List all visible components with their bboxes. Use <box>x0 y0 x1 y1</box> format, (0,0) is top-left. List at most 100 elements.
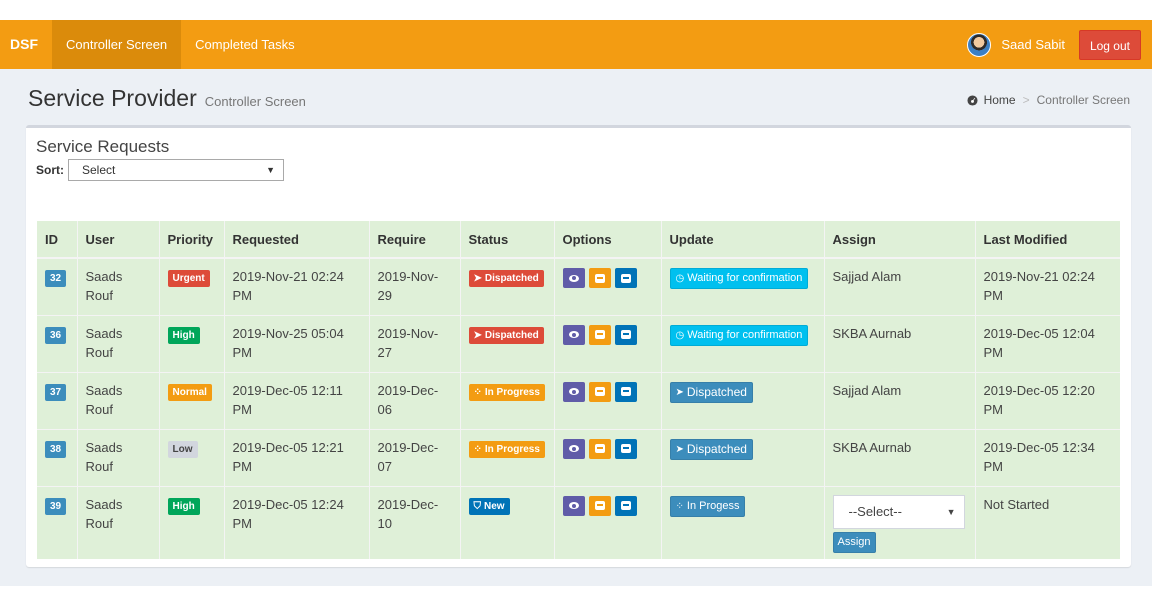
col-header-priority[interactable]: Priority <box>158 221 224 259</box>
priority-badge: Low <box>167 440 198 458</box>
view-button[interactable] <box>562 438 585 459</box>
requested-date: 2019-Dec-05 12:21 PM <box>223 428 369 486</box>
status-badge: ➤ Dispatched <box>468 326 544 344</box>
edit-button[interactable] <box>588 381 611 402</box>
page-subtitle: Controller Screen <box>204 94 306 109</box>
user-last-name: Rouf <box>85 288 113 303</box>
id-badge: 36 <box>45 326 67 344</box>
service-requests-box: Service Requests Sort: Select ▼ ID User … <box>26 125 1131 567</box>
update-button[interactable]: ◷ Waiting for confirmation <box>669 324 809 346</box>
update-button[interactable]: ◷ Waiting for confirmation <box>669 268 809 289</box>
edit-button[interactable] <box>588 268 611 288</box>
col-header-assign[interactable]: Assign <box>823 221 975 259</box>
page-header: Service Provider Controller Screen <box>28 85 306 112</box>
view-button[interactable] <box>562 324 585 345</box>
priority-badge: Urgent <box>167 270 210 287</box>
edit-button[interactable] <box>588 438 611 459</box>
require-date: 2019-Dec-10 <box>368 485 460 559</box>
col-header-requested[interactable]: Requested <box>223 221 369 259</box>
breadcrumb-home[interactable]: Home <box>984 93 1016 107</box>
require-date: 2019-Dec-07 <box>368 428 460 486</box>
require-date: 2019-Nov-29 <box>368 257 460 315</box>
update-text: Dispatched <box>686 384 747 399</box>
update-text: Waiting for confirmation <box>687 272 803 284</box>
assignee: Sajjad Alam <box>823 371 975 429</box>
view-button[interactable] <box>562 495 585 516</box>
col-header-user[interactable]: User <box>76 221 159 259</box>
sort-select[interactable]: Select ▼ <box>68 159 284 181</box>
envelope-icon <box>594 387 605 396</box>
user-first-name: Saads <box>85 382 123 398</box>
edit-button[interactable] <box>588 324 611 345</box>
user-first-name: Saads <box>85 269 123 284</box>
box-title: Service Requests <box>36 137 170 156</box>
table-row: 38 Saads Rouf Low 2019-Dec-05 12:21 PM 20… <box>37 428 1120 486</box>
options-group <box>562 268 653 288</box>
envelope-icon <box>620 444 631 453</box>
update-button[interactable]: ➤ Dispatched <box>669 438 753 460</box>
assignee: SKBA Aurnab <box>823 428 975 486</box>
message-button[interactable] <box>614 381 637 402</box>
user-cell: Saads Rouf <box>76 371 159 429</box>
dashboard-icon <box>967 94 978 106</box>
envelope-icon <box>594 444 605 453</box>
user-last-name: Rouf <box>85 515 113 531</box>
envelope-icon <box>620 330 631 339</box>
id-badge: 32 <box>45 270 67 287</box>
assign-select[interactable]: --Select-- ▼ <box>832 494 965 529</box>
user-avatar[interactable] <box>967 32 992 57</box>
col-header-last-modified[interactable]: Last Modified <box>974 221 1120 259</box>
col-header-update[interactable]: Update <box>660 221 824 259</box>
clock-icon: ◷ <box>675 329 685 341</box>
col-header-id[interactable]: ID <box>37 221 77 259</box>
requests-table: ID User Priority Requested Require Statu… <box>37 221 1120 559</box>
update-button[interactable]: ⁘ In Progess <box>669 495 746 517</box>
update-button[interactable]: ➤ Dispatched <box>669 381 753 403</box>
col-header-options[interactable]: Options <box>553 221 661 259</box>
col-header-status[interactable]: Status <box>459 221 554 259</box>
last-modified: 2019-Dec-05 12:20 PM <box>974 371 1120 429</box>
table-header-row: ID User Priority Requested Require Statu… <box>37 221 1120 259</box>
edit-button[interactable] <box>588 495 611 516</box>
top-spacer <box>0 0 1152 20</box>
table-row: 39 Saads Rouf High 2019-Dec-05 12:24 PM 2… <box>37 485 1120 559</box>
message-button[interactable] <box>614 268 637 288</box>
brand-logo[interactable]: DSF <box>0 20 52 69</box>
paper-plane-icon: ➤ <box>473 329 482 341</box>
col-header-require[interactable]: Require <box>368 221 460 259</box>
envelope-icon <box>594 330 605 339</box>
nav-controller-screen[interactable]: Controller Screen <box>52 20 182 69</box>
user-name[interactable]: Saad Sabit <box>1001 37 1065 52</box>
options-group <box>562 495 653 516</box>
status-badge: ⁘ In Progress <box>468 440 545 458</box>
clock-icon: ◷ <box>675 273 685 284</box>
eye-icon <box>568 445 579 452</box>
status-text: New <box>484 500 505 512</box>
assign-button[interactable]: Assign <box>832 531 876 553</box>
status-text: Dispatched <box>484 329 539 341</box>
sort-row: Sort: Select ▼ <box>36 159 284 181</box>
user-cell: Saads Rouf <box>76 428 159 486</box>
eye-icon <box>568 388 579 395</box>
sort-label: Sort: <box>36 163 64 177</box>
priority-badge: Normal <box>167 383 212 401</box>
envelope-icon <box>594 273 605 283</box>
view-button[interactable] <box>562 268 585 288</box>
message-button[interactable] <box>614 495 637 516</box>
spinner-icon: ⁘ <box>473 443 482 455</box>
message-button[interactable] <box>614 324 637 345</box>
envelope-icon <box>594 501 605 510</box>
logout-button[interactable]: Log out <box>1078 29 1141 60</box>
options-group <box>562 438 653 459</box>
envelope-icon <box>620 273 631 283</box>
require-date: 2019-Nov-27 <box>368 314 460 372</box>
options-group <box>562 324 653 345</box>
view-button[interactable] <box>562 381 585 402</box>
last-modified: 2019-Nov-21 02:24 PM <box>974 257 1120 315</box>
require-date: 2019-Dec-06 <box>368 371 460 429</box>
message-button[interactable] <box>614 438 637 459</box>
nav-completed-tasks[interactable]: Completed Tasks <box>181 20 308 69</box>
user-cell: Saads Rouf <box>76 485 159 559</box>
paper-plane-icon: ➤ <box>675 386 684 398</box>
eye-icon <box>568 274 579 282</box>
